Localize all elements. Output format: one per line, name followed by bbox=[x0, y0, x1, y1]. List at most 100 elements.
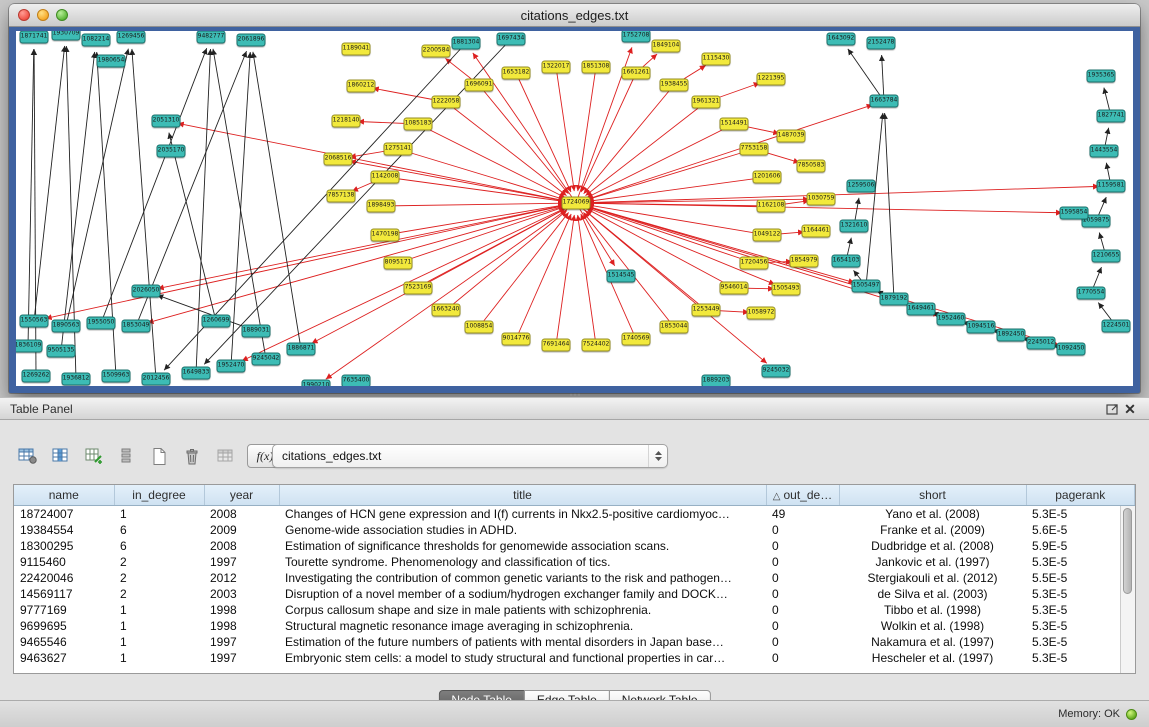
graph-node[interactable]: 1142008 bbox=[371, 171, 400, 184]
network-canvas[interactable]: 1724069116210810491221720456954601412534… bbox=[16, 31, 1133, 386]
graph-node[interactable]: 1058972 bbox=[747, 307, 776, 320]
table-row[interactable]: 911546021997Tourette syndrome. Phenomeno… bbox=[14, 554, 1135, 570]
graph-node[interactable]: 1210655 bbox=[1092, 250, 1121, 263]
graph-node[interactable]: 1649833 bbox=[182, 367, 211, 380]
graph-node[interactable]: 1935365 bbox=[1087, 70, 1116, 83]
graph-node[interactable]: 7857138 bbox=[327, 190, 356, 203]
graph-node[interactable]: 1696091 bbox=[465, 79, 494, 92]
graph-node[interactable]: 1955050 bbox=[87, 317, 116, 330]
table-row[interactable]: 1456911722003Disruption of a novel membe… bbox=[14, 586, 1135, 602]
graph-node[interactable]: 1853044 bbox=[660, 321, 689, 334]
graph-node[interactable]: 2068516 bbox=[324, 153, 353, 166]
graph-node[interactable]: 1853049 bbox=[122, 320, 151, 333]
graph-node[interactable]: 1269456 bbox=[117, 31, 146, 44]
row-height-icon[interactable] bbox=[115, 445, 137, 467]
graph-node[interactable]: 1222058 bbox=[432, 96, 461, 109]
graph-node[interactable]: 1952460 bbox=[937, 313, 966, 326]
graph-node[interactable]: 1851308 bbox=[582, 61, 611, 74]
graph-node[interactable]: 1085183 bbox=[404, 118, 433, 131]
graph-node[interactable]: 1550563 bbox=[20, 315, 49, 328]
graph-node[interactable]: 1889203 bbox=[702, 375, 731, 387]
graph-node[interactable]: 1892450 bbox=[997, 329, 1026, 342]
graph-node[interactable]: 7524402 bbox=[582, 339, 611, 352]
graph-node[interactable]: 1259506 bbox=[847, 180, 876, 193]
graph-node[interactable]: 7635400 bbox=[342, 375, 371, 387]
graph-node[interactable]: 1697434 bbox=[497, 33, 526, 46]
graph-node[interactable]: 2012456 bbox=[142, 373, 171, 386]
graph-node[interactable]: 1162108 bbox=[757, 200, 786, 213]
table-row[interactable]: 1830029562008Estimation of significance … bbox=[14, 538, 1135, 554]
column-header-year[interactable]: year bbox=[204, 485, 279, 506]
table-row[interactable]: 2242004622012Investigating the contribut… bbox=[14, 570, 1135, 586]
graph-node[interactable]: 1082214 bbox=[82, 34, 111, 47]
window-titlebar[interactable]: citations_edges.txt bbox=[9, 4, 1140, 27]
graph-node[interactable]: 1860212 bbox=[347, 80, 376, 93]
graph-node[interactable]: 1649461 bbox=[907, 303, 936, 316]
graph-node[interactable]: 1092450 bbox=[1057, 343, 1086, 356]
graph-node[interactable]: 1221395 bbox=[757, 73, 786, 86]
graph-node[interactable]: 1720456 bbox=[740, 257, 769, 270]
graph-node[interactable]: 1505493 bbox=[772, 283, 801, 296]
graph-node[interactable]: 1030759 bbox=[807, 193, 836, 206]
graph-node[interactable]: 1836109 bbox=[16, 340, 43, 353]
graph-node[interactable]: 8095171 bbox=[384, 257, 413, 270]
float-panel-icon[interactable] bbox=[1103, 401, 1121, 417]
graph-node[interactable]: 1164461 bbox=[802, 225, 831, 238]
table-row[interactable]: 946554611997Estimation of the future num… bbox=[14, 634, 1135, 650]
graph-node[interactable]: 9245042 bbox=[252, 353, 281, 366]
table-mode-icon[interactable] bbox=[16, 445, 38, 467]
graph-node[interactable]: 1886871 bbox=[287, 343, 316, 356]
graph-node[interactable]: 1275141 bbox=[384, 143, 413, 156]
graph-node[interactable]: 1509963 bbox=[102, 370, 131, 383]
graph-node[interactable]: 7691464 bbox=[542, 339, 571, 352]
graph-node[interactable]: 1094516 bbox=[967, 321, 996, 334]
graph-node[interactable]: 1189041 bbox=[342, 43, 371, 56]
column-header-short[interactable]: short bbox=[839, 485, 1026, 506]
graph-node[interactable]: 1740569 bbox=[622, 333, 651, 346]
column-header-title[interactable]: title bbox=[279, 485, 766, 506]
delete-table-icon[interactable] bbox=[181, 445, 203, 467]
graph-node[interactable]: 1487039 bbox=[777, 130, 806, 143]
graph-node[interactable]: 9014776 bbox=[502, 333, 531, 346]
graph-node[interactable]: 1470198 bbox=[371, 229, 400, 242]
graph-node[interactable]: 1115430 bbox=[702, 53, 731, 66]
graph-node[interactable]: 1854979 bbox=[790, 255, 819, 268]
graph-node[interactable]: 1663784 bbox=[870, 95, 899, 108]
close-panel-icon[interactable]: ✕ bbox=[1121, 401, 1139, 417]
graph-node[interactable]: 1514491 bbox=[720, 118, 749, 131]
graph-node[interactable]: 2061896 bbox=[237, 34, 266, 47]
new-table-icon[interactable] bbox=[148, 445, 170, 467]
graph-node[interactable]: 7850583 bbox=[797, 160, 826, 173]
vertical-scrollbar[interactable] bbox=[1120, 506, 1135, 673]
graph-node[interactable]: 1443554 bbox=[1090, 145, 1119, 158]
graph-node[interactable]: 1643092 bbox=[827, 33, 856, 46]
graph-node[interactable]: 1049122 bbox=[753, 229, 782, 242]
graph-node[interactable]: 1653182 bbox=[502, 67, 531, 80]
graph-node[interactable]: 1661261 bbox=[622, 67, 651, 80]
graph-node[interactable]: 1218140 bbox=[332, 115, 361, 128]
graph-node[interactable]: 2245012 bbox=[1027, 337, 1056, 350]
graph-node[interactable]: 1269262 bbox=[22, 370, 51, 383]
graph-node[interactable]: 1724069 bbox=[562, 197, 591, 210]
graph-node[interactable]: 1849104 bbox=[652, 40, 681, 53]
show-columns-icon[interactable] bbox=[49, 445, 71, 467]
column-header-in_degree[interactable]: in_degree bbox=[114, 485, 204, 506]
graph-node[interactable]: 1889031 bbox=[242, 325, 271, 338]
graph-node[interactable]: 1938455 bbox=[660, 79, 689, 92]
graph-node[interactable]: 1930709 bbox=[52, 31, 81, 41]
graph-node[interactable]: 1980654 bbox=[97, 55, 126, 68]
graph-node[interactable]: 9546014 bbox=[720, 282, 749, 295]
graph-node[interactable]: 1827741 bbox=[1097, 110, 1126, 123]
graph-node[interactable]: 1201606 bbox=[753, 171, 782, 184]
graph-node[interactable]: 2051310 bbox=[152, 115, 181, 128]
graph-node[interactable]: 1770554 bbox=[1077, 287, 1106, 300]
column-header-pagerank[interactable]: pagerank bbox=[1026, 485, 1135, 506]
graph-node[interactable]: 1879192 bbox=[880, 293, 909, 306]
close-window-icon[interactable] bbox=[18, 9, 30, 21]
graph-node[interactable]: 1159581 bbox=[1097, 180, 1126, 193]
graph-node[interactable]: 1321610 bbox=[840, 220, 869, 233]
graph-node[interactable]: 1663240 bbox=[432, 304, 461, 317]
graph-node[interactable]: 7753158 bbox=[740, 143, 769, 156]
graph-node[interactable]: 1224501 bbox=[1102, 320, 1131, 333]
column-header-out_de[interactable]: △out_de… bbox=[766, 485, 839, 506]
